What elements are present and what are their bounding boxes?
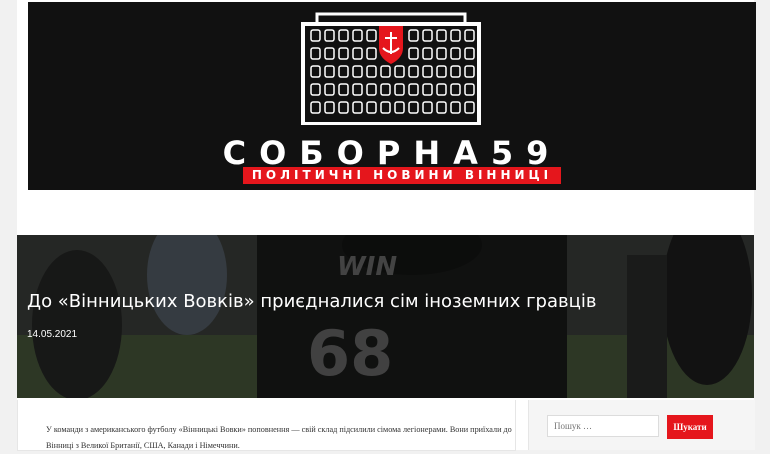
site-logo-tagline: ПОЛІТИЧНІ НОВИНИ ВІННИЦІ <box>243 167 561 184</box>
featured-post-hero[interactable]: WIN 68 До «Вінницьких Вовків» приєдналис… <box>17 235 754 398</box>
hero-photo: WIN 68 <box>17 235 754 398</box>
search-button[interactable]: Шукати <box>667 415 713 439</box>
sidebar: Шукати <box>528 400 755 450</box>
site-banner[interactable]: СОБОРНА59 ПОЛІТИЧНІ НОВИНИ ВІННИЦІ <box>28 2 756 190</box>
post-excerpt: У команди з американського футболу «Вінн… <box>46 425 512 450</box>
page: СОБОРНА59 ПОЛІТИЧНІ НОВИНИ ВІННИЦІ WIN 6… <box>17 0 756 451</box>
post-content: У команди з американського футболу «Вінн… <box>17 400 516 451</box>
city-hall-logo-icon <box>301 12 481 125</box>
post-title[interactable]: До «Вінницьких Вовків» приєдналися сім і… <box>27 291 596 312</box>
search-input[interactable] <box>547 415 659 437</box>
post-date: 14.05.2021 <box>27 329 78 340</box>
